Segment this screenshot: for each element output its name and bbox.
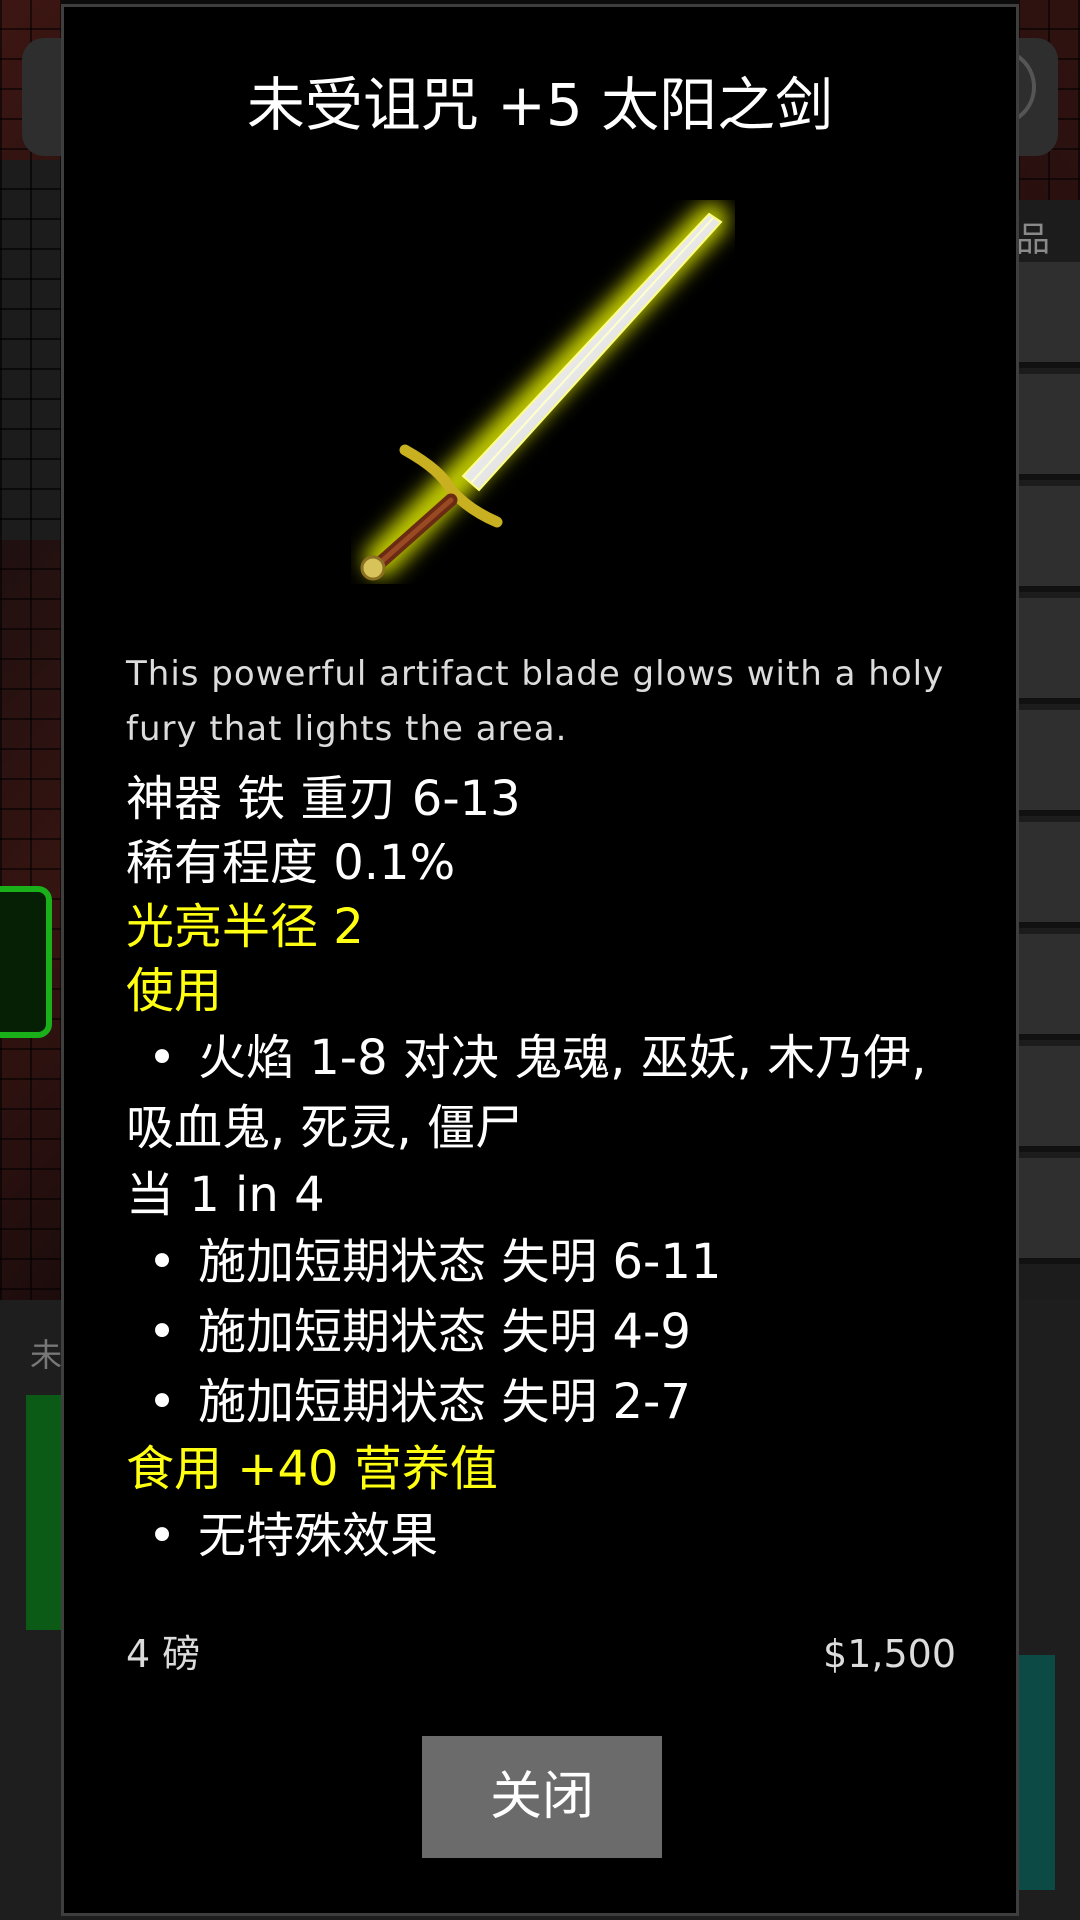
item-rarity-line: 稀有程度 0.1% <box>126 835 456 891</box>
use-effect-text: 火焰 1-8 对决 鬼魂, 巫妖, 木乃伊, 吸血鬼, 死灵, 僵尸 <box>126 1030 927 1156</box>
chance-effect-text: 施加短期状态 失明 4-9 <box>198 1304 691 1360</box>
inventory-label: 品 <box>1016 220 1050 260</box>
chance-effect-item: • 施加短期状态 失明 2-7 <box>126 1367 946 1437</box>
bullet: • <box>147 1304 177 1360</box>
item-title: 未受诅咒 +5 太阳之剑 <box>246 71 834 139</box>
bullet: • <box>147 1374 177 1430</box>
item-price: $1,500 <box>823 1632 956 1676</box>
item-detail-dialog: 未受诅咒 +5 太阳之剑 This powerful artifact blad… <box>61 4 1019 1916</box>
inventory-slot <box>1012 934 1080 1040</box>
close-button[interactable]: 关闭 <box>422 1736 662 1858</box>
eat-effect-text: 无特殊效果 <box>198 1508 439 1564</box>
inventory-slot <box>1012 486 1080 592</box>
chance-effect-text: 施加短期状态 失明 2-7 <box>198 1374 691 1430</box>
chance-line: 当 1 in 4 <box>126 1167 325 1223</box>
item-weight: 4 磅 <box>126 1632 201 1676</box>
light-radius-line: 光亮半径 2 <box>126 899 364 955</box>
use-heading: 使用 <box>126 963 223 1019</box>
eat-heading: 食用 +40 营养值 <box>126 1441 498 1497</box>
sun-sword-icon <box>351 200 735 584</box>
game-screen: 品 未 未受诅咒 +5 太阳之剑 This powerful artifact … <box>0 0 1080 1920</box>
eat-effect-item: • 无特殊效果 <box>126 1501 946 1571</box>
bullet: • <box>147 1508 177 1564</box>
inventory-slot <box>1012 262 1080 368</box>
chance-effect-item: • 施加短期状态 失明 6-11 <box>126 1227 946 1297</box>
item-description: This powerful artifact blade glows with … <box>126 654 945 749</box>
inventory-slot <box>1012 710 1080 816</box>
inventory-slot <box>1012 374 1080 480</box>
bullet: • <box>147 1234 177 1290</box>
inventory-slot <box>1012 822 1080 928</box>
item-type-line: 神器 铁 重刃 6-13 <box>126 771 521 827</box>
inventory-slot <box>1012 1046 1080 1152</box>
use-effect-item: • 火焰 1-8 对决 鬼魂, 巫妖, 木乃伊, 吸血鬼, 死灵, 僵尸 <box>126 1023 946 1163</box>
inventory-slot <box>1012 598 1080 704</box>
bottom-panel-label: 未 <box>30 1336 63 1374</box>
inventory-slot <box>1012 1158 1080 1264</box>
chance-effect-item: • 施加短期状态 失明 4-9 <box>126 1297 946 1367</box>
item-details: This powerful artifact blade glows with … <box>126 647 946 1571</box>
bullet: • <box>147 1030 177 1086</box>
quick-item-slot <box>0 886 52 1038</box>
chance-effect-text: 施加短期状态 失明 6-11 <box>198 1234 722 1290</box>
dungeon-wall-left <box>0 160 62 540</box>
